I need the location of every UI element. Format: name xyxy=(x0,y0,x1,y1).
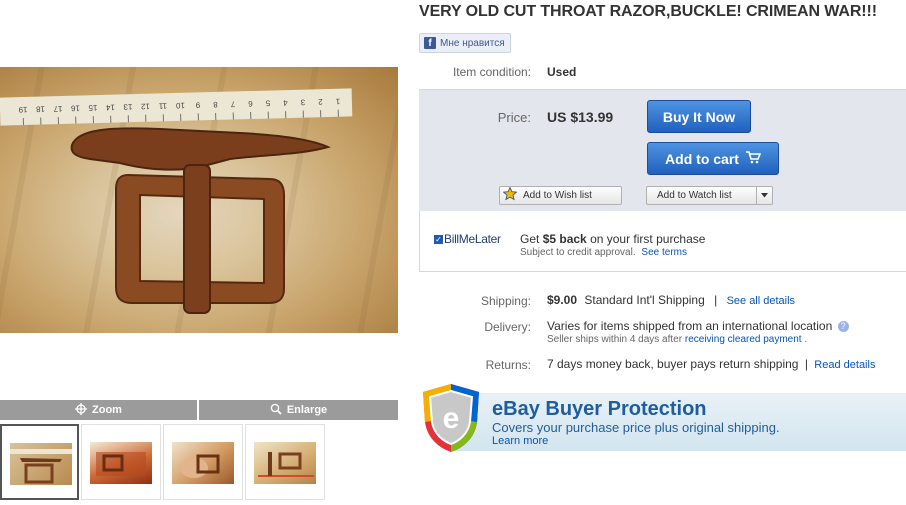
delivery-sub: Seller ships within 4 days after receivi… xyxy=(547,334,808,345)
zoom-label: Zoom xyxy=(92,404,122,416)
enlarge-label: Enlarge xyxy=(286,404,328,416)
ruler-number: 4 xyxy=(283,98,288,107)
star-icon xyxy=(502,186,518,204)
cleared-payment-link[interactable]: receiving cleared payment xyxy=(685,334,802,345)
ruler-number: 1 xyxy=(335,97,340,106)
rusty-razor xyxy=(70,127,331,171)
chevron-down-icon xyxy=(761,193,768,198)
ruler-number: 8 xyxy=(213,100,218,109)
delivery-label: Delivery: xyxy=(484,320,531,334)
returns-details: 7 days money back, buyer pays return shi… xyxy=(547,357,876,371)
buyer-protection-subtitle: Covers your purchase price plus original… xyxy=(492,420,780,435)
bill-me-later-box: ✓ BillMeLater Get $5 back on your first … xyxy=(419,211,906,272)
listing-title: VERY OLD CUT THROAT RAZOR,BUCKLE! CRIMEA… xyxy=(419,3,877,20)
cart-icon xyxy=(745,150,762,167)
shipping-method: Standard Int'l Shipping xyxy=(584,293,705,307)
buy-it-now-button[interactable]: Buy It Now xyxy=(647,100,751,133)
buyer-protection-banner: e eBay Buyer Protection Covers your purc… xyxy=(419,382,906,454)
ruler-number: 10 xyxy=(175,101,185,110)
rusty-buckle xyxy=(115,164,285,314)
bill-me-later-logo[interactable]: ✓ BillMeLater xyxy=(434,232,501,246)
see-terms-link[interactable]: See terms xyxy=(641,247,687,258)
buyer-protection-title: eBay Buyer Protection xyxy=(492,398,707,420)
bml-offer-amount: $5 back xyxy=(542,232,587,246)
price-value: US $13.99 xyxy=(547,109,614,125)
add-to-wish-list-button[interactable]: Add to Wish list xyxy=(499,186,622,205)
ruler-number: 17 xyxy=(53,104,63,113)
ruler-number: 13 xyxy=(123,102,133,111)
zoom-button[interactable]: Zoom xyxy=(0,400,197,420)
shipping-details: $9.00 Standard Int'l Shipping | See all … xyxy=(547,293,796,307)
see-all-details-link[interactable]: See all details xyxy=(727,295,796,307)
ruler-number: 12 xyxy=(140,102,150,111)
ruler-number: 7 xyxy=(230,99,235,108)
price-label: Price: xyxy=(497,110,531,125)
image-view-toolbar: Zoom Enlarge xyxy=(0,400,398,420)
thumbnail-4[interactable] xyxy=(245,424,325,500)
ruler-number: 5 xyxy=(265,99,270,108)
condition-value: Used xyxy=(547,65,577,79)
ruler-number: 16 xyxy=(70,104,80,113)
svg-text:e: e xyxy=(443,402,460,435)
bml-subject-text: Subject to credit approval. See terms xyxy=(520,247,687,258)
like-label: Мне нравится xyxy=(440,37,505,49)
thumbnail-1[interactable] xyxy=(0,424,79,500)
ruler-number: 11 xyxy=(158,101,167,110)
returns-label: Returns: xyxy=(485,358,531,372)
shipping-label: Shipping: xyxy=(480,294,531,308)
shipping-price: $9.00 xyxy=(547,293,578,307)
buy-it-now-label: Buy It Now xyxy=(662,108,736,125)
thumbnail-3[interactable] xyxy=(163,424,243,500)
delivery-text: Varies for items shipped from an interna… xyxy=(547,319,849,333)
bml-offer: Get $5 back on your first purchase xyxy=(520,232,706,246)
ruler-number: 9 xyxy=(195,100,200,109)
add-to-cart-label: Add to cart xyxy=(665,150,739,167)
thumbnail-strip xyxy=(0,424,327,500)
add-to-cart-button[interactable]: Add to cart xyxy=(647,142,779,175)
watch-list-label: Add to Watch list xyxy=(657,190,732,201)
checkbox-icon: ✓ xyxy=(434,234,443,244)
ruler: 12345678910111213141516171819 xyxy=(0,88,353,126)
main-product-photo[interactable]: 1 2 3 4 5 6 7 8 9 10 11 12 13 14 15 16 17 18 19 xyxy=(0,67,398,333)
ruler-number: 6 xyxy=(248,99,253,108)
enlarge-button[interactable]: Enlarge xyxy=(199,400,398,420)
facebook-icon: f xyxy=(424,37,436,49)
read-details-link[interactable]: Read details xyxy=(814,359,875,371)
magnifier-icon xyxy=(270,403,282,418)
ruler-number: 15 xyxy=(88,103,98,112)
ruler-number: 18 xyxy=(35,104,45,113)
photo-artwork: 12345678910111213141516171819 xyxy=(0,88,353,314)
wish-list-label: Add to Wish list xyxy=(523,190,592,201)
thumbnail-2[interactable] xyxy=(81,424,161,500)
add-to-watch-list-button[interactable]: Add to Watch list xyxy=(646,186,773,205)
ebay-shield-icon: e xyxy=(419,382,483,459)
price-box: Price: US $13.99 Buy It Now Add to cart … xyxy=(419,89,906,212)
ruler-number: 14 xyxy=(105,103,115,112)
question-icon[interactable]: ? xyxy=(837,321,849,332)
ruler-number: 3 xyxy=(300,98,305,107)
ruler-number: 19 xyxy=(18,105,28,114)
learn-more-link[interactable]: Learn more xyxy=(492,435,548,447)
watch-dropdown-arrow[interactable] xyxy=(756,187,772,204)
ruler-number: 2 xyxy=(318,97,323,106)
facebook-like-button[interactable]: f Мне нравится xyxy=(419,33,511,53)
condition-label: Item condition: xyxy=(452,65,531,79)
crosshair-icon xyxy=(75,402,88,418)
